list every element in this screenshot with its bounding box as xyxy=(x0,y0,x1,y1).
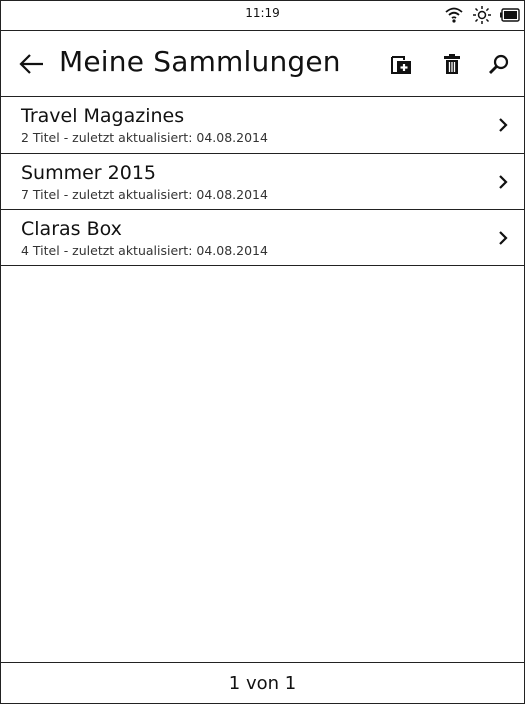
add-collection-icon xyxy=(389,56,413,81)
status-bar: 11:19 xyxy=(1,1,524,31)
chevron-right-icon xyxy=(496,174,510,190)
battery-icon xyxy=(500,8,520,22)
search-icon xyxy=(487,54,511,81)
chevron-right-icon xyxy=(496,117,510,133)
back-button[interactable] xyxy=(17,49,47,79)
status-icons xyxy=(444,3,520,27)
collection-title: Claras Box xyxy=(21,218,122,240)
back-arrow-icon xyxy=(17,54,47,83)
collection-title: Summer 2015 xyxy=(21,162,157,184)
page-title: Meine Sammlungen xyxy=(59,45,341,78)
trash-icon xyxy=(441,54,465,81)
list-item[interactable]: Travel Magazines 2 Titel - zuletzt aktua… xyxy=(1,97,524,154)
collection-meta: 4 Titel - zuletzt aktualisiert: 04.08.20… xyxy=(21,243,268,258)
device-screen: 11:19 Meine Sammlungen Travel Magazines … xyxy=(0,0,525,704)
add-collection-button[interactable] xyxy=(389,53,413,77)
list-item[interactable]: Summer 2015 7 Titel - zuletzt aktualisie… xyxy=(1,154,524,210)
list-item[interactable]: Claras Box 4 Titel - zuletzt aktualisier… xyxy=(1,210,524,266)
delete-button[interactable] xyxy=(441,53,465,77)
search-button[interactable] xyxy=(487,53,511,77)
chevron-right-icon xyxy=(496,230,510,246)
collection-meta: 7 Titel - zuletzt aktualisiert: 04.08.20… xyxy=(21,187,268,202)
page-indicator: 1 von 1 xyxy=(228,673,297,694)
wifi-icon xyxy=(444,6,464,24)
brightness-icon xyxy=(472,5,492,25)
collection-title: Travel Magazines xyxy=(21,105,185,127)
collection-list: Travel Magazines 2 Titel - zuletzt aktua… xyxy=(1,97,524,266)
pagination-bar: 1 von 1 xyxy=(1,662,524,703)
app-header: Meine Sammlungen xyxy=(1,31,524,97)
collection-meta: 2 Titel - zuletzt aktualisiert: 04.08.20… xyxy=(21,130,268,145)
